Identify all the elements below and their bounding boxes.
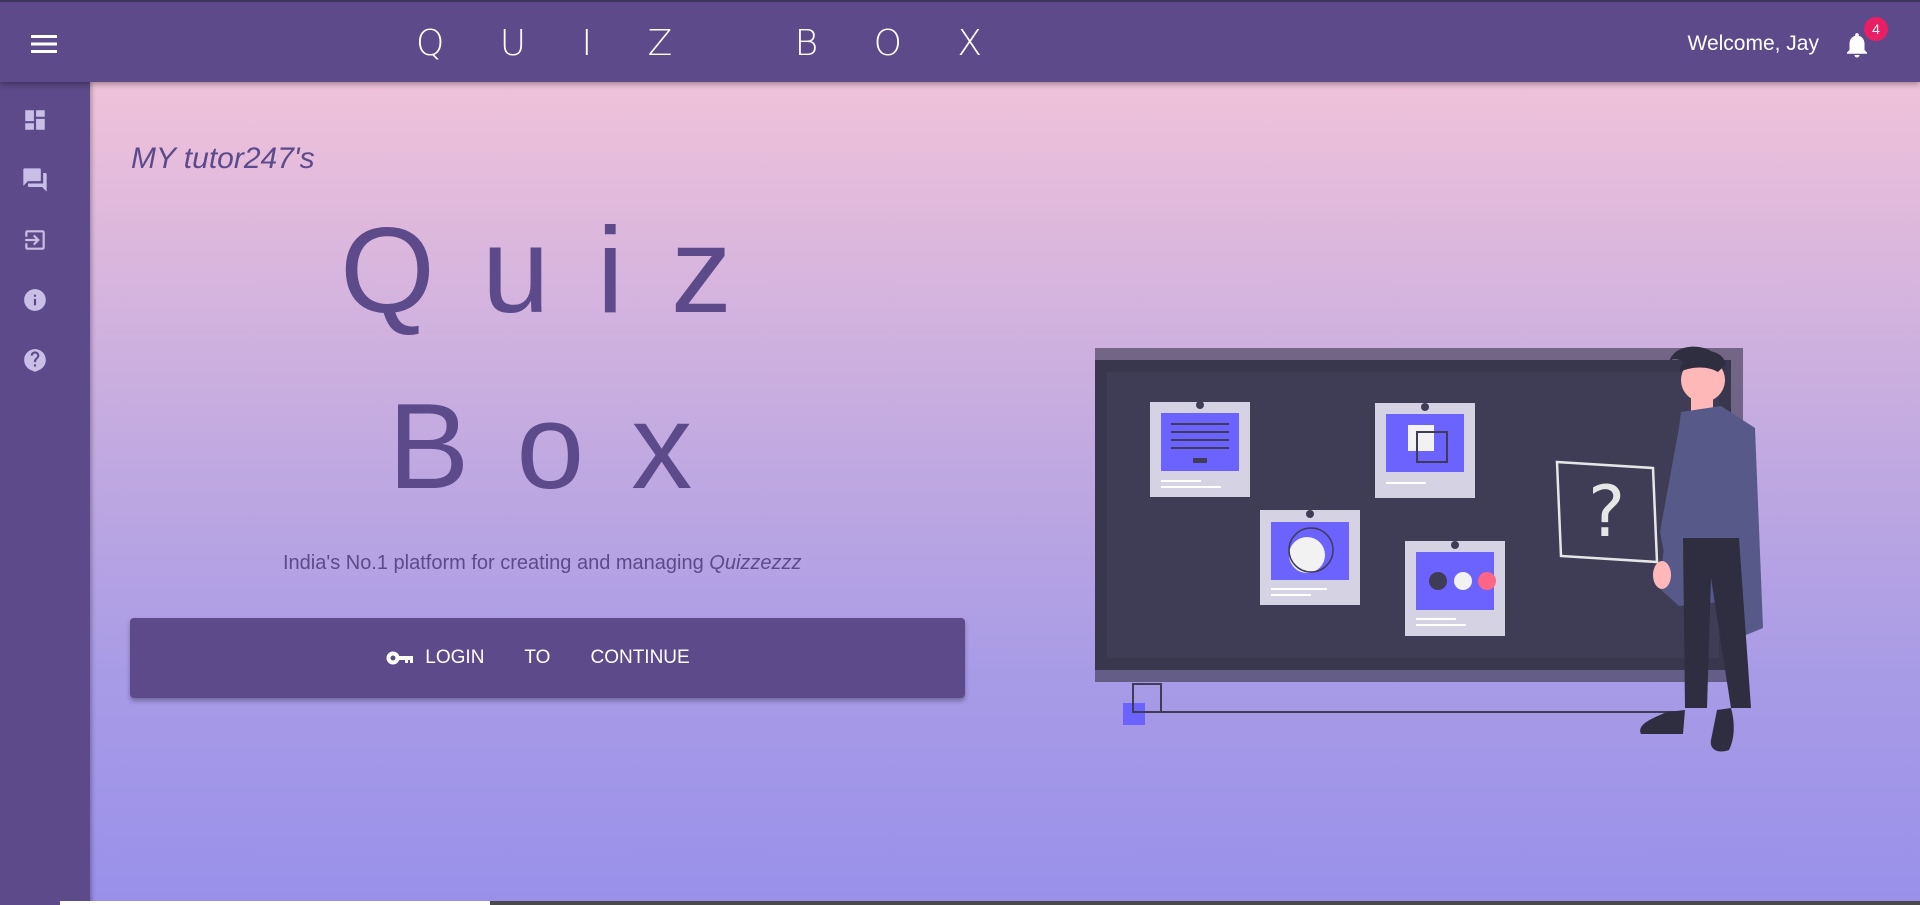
login-word: LOGIN <box>425 647 485 668</box>
key-icon <box>386 651 414 665</box>
top-app-bar: Q U I Z B O X Welcome, Jay 4 <box>0 0 1920 82</box>
quiz-board-illustration: ? <box>1095 346 1763 752</box>
subtitle: India's No.1 platform for creating and m… <box>283 552 802 575</box>
dashboard-icon[interactable] <box>20 105 50 135</box>
main-content: MY tutor247's Quiz Box India's No.1 plat… <box>90 82 1920 905</box>
bottom-edge-strip-dark <box>490 901 1920 905</box>
subtitle-emphasis: Quizzezzz <box>709 552 802 574</box>
hero-title-line2: Box <box>388 378 740 514</box>
to-word: TO <box>524 647 551 668</box>
welcome-text: Welcome, Jay <box>1687 32 1820 55</box>
svg-text:?: ? <box>1588 471 1625 553</box>
forum-icon[interactable] <box>20 165 50 195</box>
sidebar <box>0 82 90 905</box>
continue-word: CONTINUE <box>590 647 690 668</box>
bottom-edge-strip <box>60 901 490 905</box>
info-icon[interactable] <box>20 285 50 315</box>
app-title: Q U I Z B O X <box>415 23 1005 64</box>
hero-title-line1: Quiz <box>340 202 779 338</box>
tagline: MY tutor247's <box>131 142 315 175</box>
login-icon[interactable] <box>20 225 50 255</box>
help-icon[interactable] <box>20 345 50 375</box>
notification-badge: 4 <box>1864 17 1888 41</box>
subtitle-text: India's No.1 platform for creating and m… <box>283 552 704 574</box>
login-button[interactable]: LOGIN TO CONTINUE <box>130 618 965 698</box>
